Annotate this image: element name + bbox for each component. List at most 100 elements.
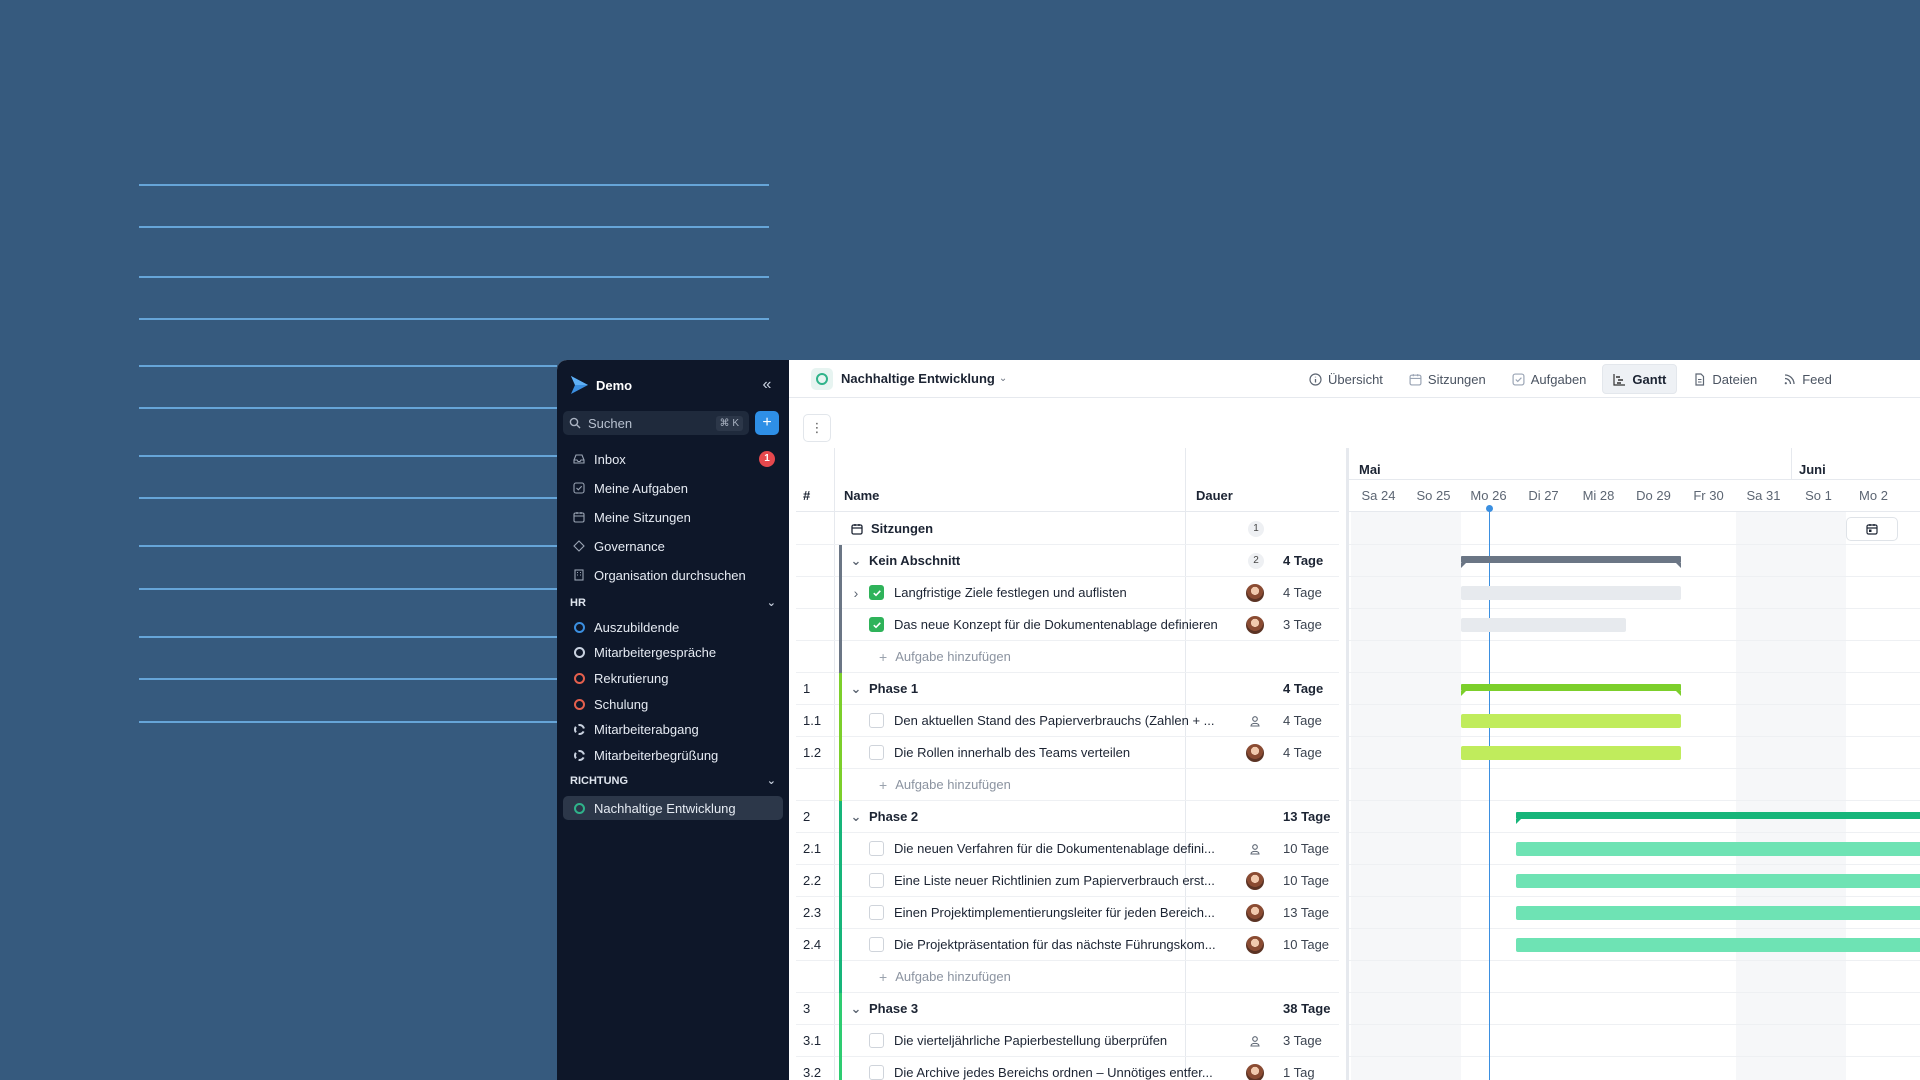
table-row[interactable]: › Langfristige Ziele festlegen und auflis… [796, 577, 1339, 609]
task-name[interactable]: Die vierteljährliche Papierbestellung üb… [894, 1033, 1167, 1048]
task-name[interactable]: Einen Projektimplementierungsleiter für … [894, 905, 1215, 920]
gantt-task-bar[interactable] [1516, 874, 1920, 888]
sidebar-section-richtung[interactable]: RICHTUNG ⌄ [570, 774, 776, 788]
table-row[interactable]: 3.2 Die Archive jedes Bereichs ordnen – U… [796, 1057, 1339, 1080]
sidebar-item-auszubildende[interactable]: Auszubildende [563, 615, 783, 639]
meetings-row[interactable]: Sitzungen 1 [796, 513, 1339, 545]
sidebar-item-inbox[interactable]: Inbox 1 [563, 447, 783, 471]
duration: 38 Tage [1283, 1001, 1331, 1016]
sidebar-item-governance[interactable]: Governance [563, 534, 783, 558]
search-input[interactable]: Suchen ⌘ K [563, 411, 749, 435]
more-options-button[interactable]: ⋮ [803, 414, 831, 442]
chevron-right-icon[interactable]: › [849, 585, 863, 601]
task-name[interactable]: Die Rollen innerhalb des Teams verteilen [894, 745, 1130, 760]
avatar[interactable] [1246, 583, 1264, 602]
table-row[interactable]: 2.2 Eine Liste neuer Richtlinien zum Papi… [796, 865, 1339, 897]
collapse-sidebar-icon[interactable]: « [757, 376, 777, 394]
task-name[interactable]: Die Projektpräsentation für das nächste … [894, 937, 1216, 952]
gantt-task-bar[interactable] [1461, 746, 1681, 760]
table-row[interactable]: Das neue Konzept für die Dokumentenablag… [796, 609, 1339, 641]
task-checkbox[interactable] [869, 617, 884, 632]
sidebar-item-nachhaltige-entwicklung[interactable]: Nachhaltige Entwicklung [563, 796, 783, 820]
gantt-summary-bar[interactable] [1516, 812, 1920, 824]
sidebar-item-mitarbeiterbegrüßung[interactable]: Mitarbeiterbegrüßung [563, 744, 783, 768]
gantt-task-bar[interactable] [1461, 714, 1681, 728]
tab-uebersicht[interactable]: Übersicht [1299, 364, 1393, 394]
chevron-down-icon[interactable]: ⌄ [849, 1002, 863, 1015]
chevron-down-icon[interactable]: ⌄ [849, 682, 863, 695]
assign-user-icon[interactable] [1246, 840, 1264, 858]
add-task-row[interactable]: + Aufgabe hinzufügen [796, 641, 1339, 673]
task-checkbox[interactable] [869, 585, 884, 600]
task-name[interactable]: Die neuen Verfahren für die Dokumentenab… [894, 841, 1215, 856]
sidebar-item-meine-aufgaben[interactable]: Meine Aufgaben [563, 476, 783, 500]
sidebar-item-meine-sitzungen[interactable]: Meine Sitzungen [563, 505, 783, 529]
meeting-marker[interactable] [1846, 517, 1898, 541]
meetings-label: Sitzungen [871, 521, 934, 536]
sidebar-item-rekrutierung[interactable]: Rekrutierung [563, 666, 783, 690]
task-checkbox[interactable] [869, 841, 884, 856]
tab-gantt[interactable]: Gantt [1602, 364, 1678, 394]
table-row[interactable]: 1.1 Den aktuellen Stand des Papierverbrau… [796, 705, 1339, 737]
assign-user-icon[interactable] [1246, 712, 1264, 730]
day-label: Mo 2 [1859, 488, 1888, 503]
gantt-task-bar[interactable] [1461, 586, 1681, 600]
sidebar-item-mitarbeiterabgang[interactable]: Mitarbeiterabgang [563, 718, 783, 742]
table-row[interactable]: 1.2 Die Rollen innerhalb des Teams vertei… [796, 737, 1339, 769]
avatar[interactable] [1246, 903, 1264, 922]
table-row[interactable]: 2.3 Einen Projektimplementierungsleiter f… [796, 897, 1339, 929]
gantt-task-bar[interactable] [1516, 842, 1920, 856]
avatar[interactable] [1246, 871, 1264, 890]
add-task-label[interactable]: Aufgabe hinzufügen [895, 777, 1011, 792]
gantt-task-bar[interactable] [1461, 618, 1626, 632]
task-checkbox[interactable] [869, 905, 884, 920]
add-task-row[interactable]: + Aufgabe hinzufügen [796, 769, 1339, 801]
assign-user-icon[interactable] [1246, 1032, 1264, 1050]
task-name[interactable]: Die Archive jedes Bereichs ordnen – Unnö… [894, 1065, 1213, 1080]
chevron-down-icon[interactable]: ⌄ [849, 810, 863, 823]
gantt-summary-bar[interactable] [1461, 556, 1681, 568]
avatar[interactable] [1246, 935, 1264, 954]
task-checkbox[interactable] [869, 873, 884, 888]
add-button[interactable]: + [755, 411, 779, 435]
section-row[interactable]: 2 ⌄ Phase 2 13 Tage [796, 801, 1339, 833]
tab-aufgaben[interactable]: Aufgaben [1502, 364, 1597, 394]
section-row[interactable]: ⌄ Kein Abschnitt 2 4 Tage [796, 545, 1339, 577]
task-checkbox[interactable] [869, 713, 884, 728]
project-switcher[interactable]: Nachhaltige Entwicklung ⌄ [811, 367, 1007, 390]
gantt-row-line [1349, 672, 1920, 673]
tab-feed[interactable]: Feed [1773, 364, 1842, 394]
sidebar-item-mitarbeitergespräche[interactable]: Mitarbeitergespräche [563, 641, 783, 665]
task-checkbox[interactable] [869, 1065, 884, 1080]
gantt-task-bar[interactable] [1516, 938, 1920, 952]
sidebar-item-organisation-durchsuchen[interactable]: Organisation durchsuchen [563, 563, 783, 587]
row-name: Eine Liste neuer Richtlinien zum Papierv… [849, 873, 1215, 888]
section-row[interactable]: 1 ⌄ Phase 1 4 Tage [796, 673, 1339, 705]
task-checkbox[interactable] [869, 1033, 884, 1048]
sidebar-item-schulung[interactable]: Schulung [563, 692, 783, 716]
sidebar-section-hr[interactable]: HR ⌄ [570, 596, 776, 610]
section-row[interactable]: 3 ⌄ Phase 3 38 Tage [796, 993, 1339, 1025]
tab-dateien[interactable]: Dateien [1683, 364, 1767, 394]
table-header: # Name Dauer [796, 448, 1339, 512]
task-checkbox[interactable] [869, 937, 884, 952]
gantt-summary-bar[interactable] [1461, 684, 1681, 696]
task-name[interactable]: Den aktuellen Stand des Papierverbrauchs… [894, 713, 1215, 728]
chevron-down-icon[interactable]: ⌄ [849, 554, 863, 567]
add-task-label[interactable]: Aufgabe hinzufügen [895, 649, 1011, 664]
task-name[interactable]: Das neue Konzept für die Dokumentenablag… [894, 617, 1218, 632]
task-name[interactable]: Eine Liste neuer Richtlinien zum Papierv… [894, 873, 1215, 888]
task-checkbox[interactable] [869, 745, 884, 760]
table-row[interactable]: 2.1 Die neuen Verfahren für die Dokumente… [796, 833, 1339, 865]
tab-sitzungen[interactable]: Sitzungen [1399, 364, 1496, 394]
table-row[interactable]: 2.4 Die Projektpräsentation für das nächs… [796, 929, 1339, 961]
add-task-row[interactable]: + Aufgabe hinzufügen [796, 961, 1339, 993]
background-line [139, 678, 557, 680]
avatar[interactable] [1246, 743, 1264, 762]
avatar[interactable] [1246, 1063, 1264, 1080]
add-task-label[interactable]: Aufgabe hinzufügen [895, 969, 1011, 984]
gantt-task-bar[interactable] [1516, 906, 1920, 920]
avatar[interactable] [1246, 615, 1264, 634]
task-name[interactable]: Langfristige Ziele festlegen und auflist… [894, 585, 1127, 600]
table-row[interactable]: 3.1 Die vierteljährliche Papierbestellung… [796, 1025, 1339, 1057]
